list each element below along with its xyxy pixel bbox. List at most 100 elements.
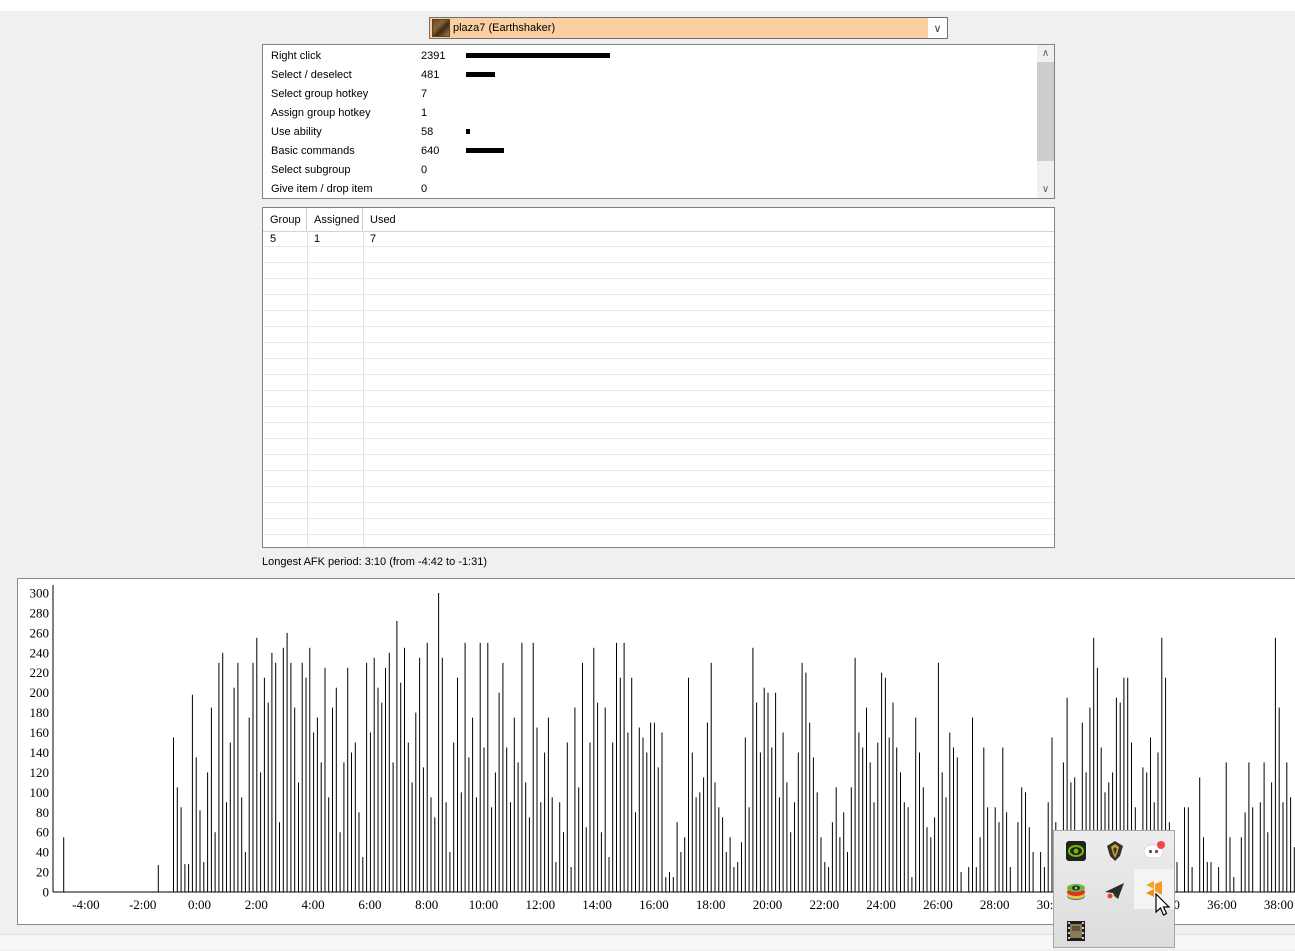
apm-bar	[650, 722, 652, 892]
apm-bar	[517, 762, 519, 892]
apm-bar	[725, 852, 727, 892]
apm-bar	[752, 647, 754, 892]
apm-bar	[589, 742, 591, 892]
apm-bar	[176, 787, 178, 892]
table-row[interactable]: 5 1 7	[263, 231, 1054, 247]
column-header-group[interactable]: Group	[263, 208, 307, 231]
apm-bar	[631, 677, 633, 892]
scrollbar-up-icon[interactable]: ∧	[1037, 45, 1054, 62]
x-tick-label: 10:00	[469, 897, 499, 912]
apm-bar	[635, 812, 636, 892]
apm-bar	[335, 687, 337, 892]
combo-dropdown-button[interactable]: ∨	[928, 18, 947, 38]
apm-bar	[786, 782, 788, 892]
apm-bar	[184, 864, 186, 892]
tray-item-telegram[interactable]	[1095, 871, 1135, 911]
apm-bar	[597, 702, 599, 892]
apm-bar	[987, 807, 989, 892]
apm-bar	[438, 593, 440, 892]
apm-bar	[1267, 832, 1269, 892]
apm-bar	[919, 752, 920, 892]
apm-bar	[279, 822, 280, 892]
player-select-combo[interactable]: plaza7 (Earthshaker) ∨	[429, 17, 948, 39]
stats-scrollbar[interactable]: ∧ ∨	[1037, 45, 1054, 198]
stat-row[interactable]: Select subgroup 0	[263, 160, 1036, 179]
stat-value: 640	[421, 144, 440, 157]
tray-item-nvidia[interactable]	[1056, 831, 1096, 871]
apm-bar	[722, 817, 724, 893]
apm-bar	[305, 677, 307, 892]
table-cell: 5	[270, 233, 277, 245]
apm-bar	[252, 662, 254, 892]
apm-bar	[737, 862, 739, 892]
apm-bar	[809, 722, 811, 892]
apm-bar	[900, 772, 901, 892]
apm-bar	[619, 677, 621, 892]
apm-bar	[1047, 802, 1049, 892]
stat-row[interactable]: Give item / drop item 0	[263, 179, 1036, 198]
tray-item-bluestacks[interactable]	[1056, 871, 1096, 911]
apm-bar	[282, 647, 284, 892]
x-tick-label: 36:00	[1207, 897, 1237, 912]
stat-label: Select group hotkey	[271, 87, 369, 100]
stat-row[interactable]: Select group hotkey 7	[263, 84, 1036, 103]
apm-bar	[1271, 782, 1273, 892]
scrollbar-thumb[interactable]	[1037, 62, 1054, 161]
combo-selected-item[interactable]: plaza7 (Earthshaker)	[430, 18, 928, 38]
tray-item-discord[interactable]	[1134, 831, 1174, 871]
apm-bar	[404, 647, 405, 892]
scrollbar-down-icon[interactable]: ∨	[1037, 181, 1054, 198]
apm-bar	[835, 787, 837, 892]
apm-bar	[862, 747, 864, 892]
y-tick-label: 220	[30, 665, 50, 680]
apm-bar	[392, 762, 394, 892]
apm-bar	[354, 742, 356, 892]
apm-bar	[695, 797, 697, 892]
x-tick-label: -4:00	[72, 897, 99, 912]
tray-item-game[interactable]	[1095, 831, 1135, 871]
stat-row[interactable]: Use ability 58	[263, 122, 1036, 141]
apm-bar	[506, 747, 508, 892]
stat-row[interactable]: Select / deselect 481	[263, 65, 1036, 84]
stat-bar	[466, 129, 470, 134]
stat-row[interactable]: Right click 2391	[263, 46, 1036, 65]
stat-bar	[466, 72, 495, 77]
apm-bar	[218, 662, 220, 892]
apm-bar	[188, 864, 190, 892]
apm-bar	[688, 677, 689, 892]
apm-bar	[210, 707, 212, 892]
apm-bar	[676, 822, 678, 892]
apm-bar	[343, 762, 345, 892]
apm-bar	[710, 662, 712, 892]
apm-bar	[956, 757, 958, 892]
apm-bar	[241, 797, 243, 892]
apm-bar	[627, 732, 629, 892]
apm-bar	[937, 662, 939, 892]
y-tick-label: 280	[30, 605, 50, 620]
apm-bar	[457, 677, 458, 892]
apm-bar	[953, 747, 954, 892]
apm-bar	[763, 687, 765, 892]
apm-bar	[324, 667, 326, 893]
apm-bar	[858, 732, 860, 892]
apm-bar	[286, 632, 288, 892]
discord-icon	[1143, 841, 1165, 859]
column-header-assigned[interactable]: Assigned	[307, 208, 363, 231]
apm-bar	[400, 682, 402, 892]
column-header-used[interactable]: Used	[363, 208, 1054, 231]
x-tick-label: 2:00	[245, 897, 268, 912]
apm-bar	[578, 787, 580, 892]
apm-bar	[351, 752, 352, 892]
apm-bar	[661, 732, 663, 892]
apm-bar	[63, 837, 65, 892]
y-tick-label: 260	[30, 625, 50, 640]
tray-item-media[interactable]	[1056, 911, 1096, 951]
apm-bar	[623, 642, 625, 892]
x-tick-label: 16:00	[639, 897, 669, 912]
x-tick-label: 4:00	[302, 897, 325, 912]
stat-row[interactable]: Assign group hotkey 1	[263, 103, 1036, 122]
stat-row[interactable]: Basic commands 640	[263, 141, 1036, 160]
apm-bar	[892, 702, 894, 892]
apm-bar	[521, 642, 523, 892]
apm-bar	[1229, 837, 1231, 892]
